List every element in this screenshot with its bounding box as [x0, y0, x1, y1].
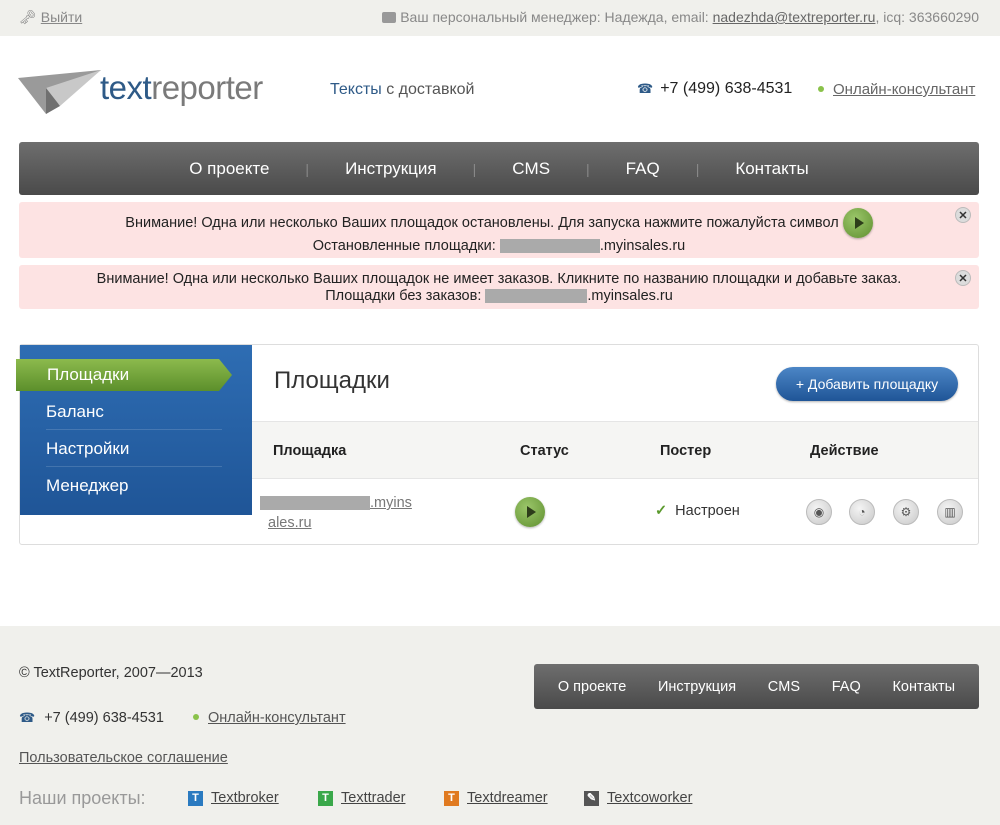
redacted-site-name	[485, 289, 588, 304]
project-textbroker[interactable]: T Textbroker	[188, 790, 279, 806]
site-link[interactable]: .myins ales.ru	[260, 493, 412, 533]
alert-stopped-sites: Внимание! Одна или несколько Ваших площа…	[19, 202, 979, 258]
alert-no-orders: Внимание! Одна или несколько Ваших площа…	[19, 265, 979, 309]
tagline: Тексты с доставкой	[330, 81, 475, 98]
sidebar-item-manager[interactable]: Менеджер	[46, 467, 222, 504]
column-header-poster: Постер	[660, 443, 712, 459]
nav-item-instructions[interactable]: Инструкция	[309, 159, 473, 179]
column-header-site: Площадка	[273, 443, 347, 459]
sites-panel: Площадки Баланс Настройки Менеджер Площа…	[16, 344, 979, 545]
poster-status: ✓ Настроен	[655, 503, 740, 519]
play-icon[interactable]	[515, 497, 545, 527]
redacted-site-name	[499, 239, 600, 254]
main-nav: О проекте | Инструкция | CMS | FAQ | Контакт…	[19, 142, 979, 195]
textbroker-icon: T	[188, 790, 203, 806]
manager-info: Ваш персональный менеджер: Надежда, emai…	[382, 9, 979, 25]
table-header: Площадка Статус Постер Действие	[252, 421, 978, 479]
nav-item-cms[interactable]: CMS	[476, 159, 586, 179]
rss-icon[interactable]: ◔	[849, 499, 875, 525]
user-agreement-link[interactable]: Пользовательское соглашение	[19, 750, 228, 766]
sidebar-item-balance[interactable]: Баланс	[46, 393, 222, 430]
paper-plane-icon	[18, 70, 101, 114]
target-icon[interactable]: ◉	[806, 499, 832, 525]
footer-nav-cms[interactable]: CMS	[768, 679, 800, 695]
projects-label: Наши проекты:	[19, 788, 146, 808]
textdreamer-icon: T	[444, 790, 459, 806]
redacted-site-name	[260, 496, 370, 511]
site-logo[interactable]: textreporter	[16, 66, 306, 116]
close-icon[interactable]: ✕	[955, 207, 971, 223]
logout-link[interactable]: 🗝 Выйти	[19, 9, 82, 26]
texttrader-icon: T	[318, 790, 333, 806]
page-title: Площадки	[274, 367, 390, 394]
sidebar: Площадки Баланс Настройки Менеджер	[16, 345, 252, 515]
key-icon: 🗝	[19, 9, 37, 25]
sidebar-item-sites[interactable]: Площадки	[16, 359, 232, 391]
close-icon[interactable]: ✕	[955, 270, 971, 286]
project-textcoworker[interactable]: ✎ Textcoworker	[584, 790, 692, 806]
column-header-action: Действие	[810, 443, 879, 459]
footer-online-consultant[interactable]: Онлайн-консультант	[193, 710, 346, 726]
add-site-button[interactable]: + Добавить площадку	[776, 367, 958, 401]
nav-item-faq[interactable]: FAQ	[590, 159, 696, 179]
online-dot-icon	[818, 86, 824, 92]
play-icon[interactable]	[842, 208, 873, 238]
top-bar: 🗝 Выйти Ваш персональный менеджер: Надежд…	[0, 0, 1000, 36]
header-online-consultant[interactable]: Онлайн-консультант	[818, 81, 975, 98]
footer-nav: О проекте Инструкция CMS FAQ Контакты	[534, 664, 979, 709]
footer-phone: ☎ +7 (499) 638-4531	[19, 710, 164, 726]
check-icon: ✓	[655, 503, 668, 519]
sidebar-item-settings[interactable]: Настройки	[46, 430, 222, 467]
project-texttrader[interactable]: T Texttrader	[318, 790, 405, 806]
copyright: © TextReporter, 2007—2013	[19, 665, 203, 681]
footer-nav-instructions[interactable]: Инструкция	[658, 679, 736, 695]
gear-icon[interactable]: ⚙	[893, 499, 919, 525]
trash-icon[interactable]: ▥	[937, 499, 963, 525]
column-header-status: Статус	[520, 443, 569, 459]
project-textdreamer[interactable]: T Textdreamer	[444, 790, 548, 806]
phone-icon: ☎	[19, 710, 36, 725]
status-cell	[515, 497, 545, 527]
manager-email-link[interactable]: nadezhda@textreporter.ru	[713, 9, 876, 25]
textcoworker-icon: ✎	[584, 790, 599, 806]
footer-nav-faq[interactable]: FAQ	[832, 679, 861, 695]
header-phone: ☎ +7 (499) 638-4531	[637, 80, 793, 97]
phone-icon: ☎	[637, 81, 654, 96]
speech-bubble-icon	[382, 12, 397, 23]
footer-nav-about[interactable]: О проекте	[558, 679, 626, 695]
online-dot-icon	[193, 714, 199, 720]
footer-nav-contacts[interactable]: Контакты	[892, 679, 955, 695]
nav-item-about[interactable]: О проекте	[153, 159, 305, 179]
nav-item-contacts[interactable]: Контакты	[699, 159, 844, 179]
footer: © TextReporter, 2007—2013 О проекте Инст…	[0, 626, 1000, 825]
